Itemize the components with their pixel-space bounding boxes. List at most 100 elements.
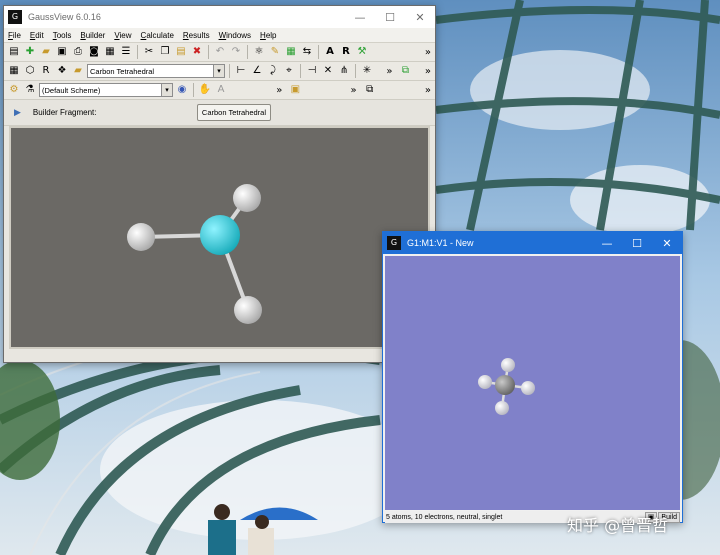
display-format-icon[interactable]: ⚙ <box>7 83 21 97</box>
menu-view[interactable]: View <box>114 31 131 40</box>
toolbar-separator <box>318 45 319 59</box>
close-button[interactable]: ✕ <box>652 232 682 254</box>
menu-calculate[interactable]: Calculate <box>141 31 174 40</box>
redo-icon[interactable]: ↷ <box>229 45 243 59</box>
cut-icon[interactable]: ✂ <box>142 45 156 59</box>
label-icon[interactable]: ✋ <box>198 83 212 97</box>
clean-icon[interactable]: ⋔ <box>337 64 351 78</box>
tile-icon[interactable]: ⧉ <box>363 83 377 97</box>
biofragment-icon[interactable]: ❖ <box>55 64 69 78</box>
copy-icon[interactable]: ❐ <box>158 45 172 59</box>
hydrogen-atom[interactable] <box>233 184 261 212</box>
render-icon[interactable]: ▣ <box>288 83 302 97</box>
toolbar-overflow-icon[interactable]: » <box>425 85 435 96</box>
fragment-select[interactable]: Carbon Tetrahedral ▾ <box>87 64 225 78</box>
menu-windows[interactable]: Windows <box>219 31 251 40</box>
minimize-button[interactable]: — <box>345 6 375 28</box>
brush-icon[interactable]: ✎ <box>268 45 282 59</box>
toolbar-separator <box>300 64 301 78</box>
hydrogen-atom[interactable] <box>478 375 492 389</box>
gaussview-main-window: G GaussView 6.0.16 — ☐ ✕ File Edit Tools… <box>3 5 436 363</box>
element-icon[interactable]: ▦ <box>7 64 21 78</box>
menu-edit[interactable]: Edit <box>30 31 44 40</box>
hydrogen-atom[interactable] <box>495 401 509 415</box>
image-icon[interactable]: ▦ <box>103 45 117 59</box>
carbon-atom[interactable] <box>200 215 240 255</box>
list-icon[interactable]: ☰ <box>119 45 133 59</box>
wrench-icon[interactable]: ⚒ <box>355 45 369 59</box>
maximize-button[interactable]: ☐ <box>375 6 405 28</box>
toolbar-overflow-icon[interactable]: » <box>425 66 435 77</box>
toolbar-separator <box>355 64 356 78</box>
ring-icon[interactable]: ⬡ <box>23 64 37 78</box>
toolbar-file: ▤ ✚ ▰ ▣ ⎙ ◙ ▦ ☰ ✂ ❐ ▤ ✖ ↶ ↷ ⚛ ✎ ▦ ⇆ A R … <box>4 43 435 62</box>
open-folder-icon[interactable]: ▰ <box>39 45 53 59</box>
menu-tools[interactable]: Tools <box>53 31 72 40</box>
maximize-button[interactable]: ☐ <box>622 232 652 254</box>
new-file-icon[interactable]: ▤ <box>7 45 21 59</box>
molecule-viewport[interactable] <box>385 256 680 510</box>
window-icon[interactable]: ⧉ <box>399 64 413 78</box>
add-valence-icon[interactable]: ⊣ <box>305 64 319 78</box>
hydrogen-atom[interactable] <box>127 223 155 251</box>
gaussview-app-icon: G <box>8 10 22 24</box>
paste-icon[interactable]: ▤ <box>174 45 188 59</box>
hydrogen-atom[interactable] <box>234 296 262 324</box>
toolbar-display: ⚙ ⚗ (Default Scheme) ▾ ◉ ✋ A » ▣ » ⧉ » <box>4 81 435 100</box>
delete-atom-icon[interactable]: ✕ <box>321 64 335 78</box>
hydrogen-atom[interactable] <box>501 358 515 372</box>
scheme-select[interactable]: (Default Scheme) ▾ <box>39 83 173 97</box>
dihedral-icon[interactable]: ⤸ <box>266 64 280 78</box>
fragment-viewport[interactable] <box>9 126 430 349</box>
print-icon[interactable]: ⎙ <box>71 45 85 59</box>
watermark-text: 知乎 @曾晋哲 <box>567 516 669 535</box>
text-a-icon[interactable]: A <box>323 45 337 59</box>
scheme-icon[interactable]: ⚗ <box>23 83 37 97</box>
menu-results[interactable]: Results <box>183 31 210 40</box>
builder-fragment-label: Builder Fragment: <box>32 108 97 117</box>
add-icon[interactable]: ✚ <box>23 45 37 59</box>
watermark: 知乎 @曾晋哲 <box>567 512 668 536</box>
builder-fragment-bar: ▶ Builder Fragment: Carbon Tetrahedral <box>4 100 435 126</box>
camera-icon[interactable]: ◙ <box>87 45 101 59</box>
toolbar-overflow-icon[interactable]: » <box>386 66 396 77</box>
builder-fragment-button[interactable]: Carbon Tetrahedral <box>196 104 271 121</box>
main-titlebar[interactable]: G GaussView 6.0.16 — ☐ ✕ <box>4 6 435 28</box>
toolbar-separator <box>247 45 248 59</box>
minimize-button[interactable]: — <box>592 232 622 254</box>
play-icon[interactable]: ▶ <box>14 108 21 118</box>
chevron-down-icon[interactable]: ▾ <box>161 84 172 96</box>
molecule-titlebar[interactable]: G G1:M1:V1 - New — ☐ ✕ <box>383 232 682 254</box>
undo-icon[interactable]: ↶ <box>213 45 227 59</box>
carbon-atom[interactable] <box>495 375 515 395</box>
symmetry-icon[interactable]: ✳ <box>360 64 374 78</box>
delete-icon[interactable]: ✖ <box>190 45 204 59</box>
menu-file[interactable]: File <box>8 31 21 40</box>
toolbar-separator <box>137 45 138 59</box>
toolbar-overflow-icon[interactable]: » <box>351 85 361 96</box>
r-group-icon[interactable]: R <box>39 64 53 78</box>
menu-builder[interactable]: Builder <box>80 31 105 40</box>
toolbar-builder: ▦ ⬡ R ❖ ▰ Carbon Tetrahedral ▾ ⊢ ∠ ⤸ ⌖ ⊣… <box>4 62 435 81</box>
inquire-icon[interactable]: ⌖ <box>282 64 296 78</box>
toolbar-separator <box>229 64 230 78</box>
angle-icon[interactable]: ∠ <box>250 64 264 78</box>
toolbar-overflow-icon[interactable]: » <box>276 85 286 96</box>
chevron-down-icon[interactable]: ▾ <box>213 65 224 77</box>
arrow-icon[interactable]: ⇆ <box>300 45 314 59</box>
menu-help[interactable]: Help <box>260 31 276 40</box>
save-icon[interactable]: ▣ <box>55 45 69 59</box>
toolbar-overflow-icon[interactable]: » <box>425 47 435 58</box>
gaussview-app-icon: G <box>387 236 401 250</box>
label-text-icon[interactable]: A <box>214 83 228 97</box>
molecule-window: G G1:M1:V1 - New — ☐ ✕ 5 atoms, 10 elect… <box>382 231 683 523</box>
scheme-edit-icon[interactable]: ◉ <box>175 83 189 97</box>
fragment-icon[interactable]: ⚛ <box>252 45 266 59</box>
close-button[interactable]: ✕ <box>405 6 435 28</box>
table-icon[interactable]: ▦ <box>284 45 298 59</box>
bond-icon[interactable]: ⊢ <box>234 64 248 78</box>
hydrogen-atom[interactable] <box>521 381 535 395</box>
text-r-icon[interactable]: R <box>339 45 353 59</box>
toolbar-separator <box>193 83 194 97</box>
custom-fragment-icon[interactable]: ▰ <box>71 64 85 78</box>
